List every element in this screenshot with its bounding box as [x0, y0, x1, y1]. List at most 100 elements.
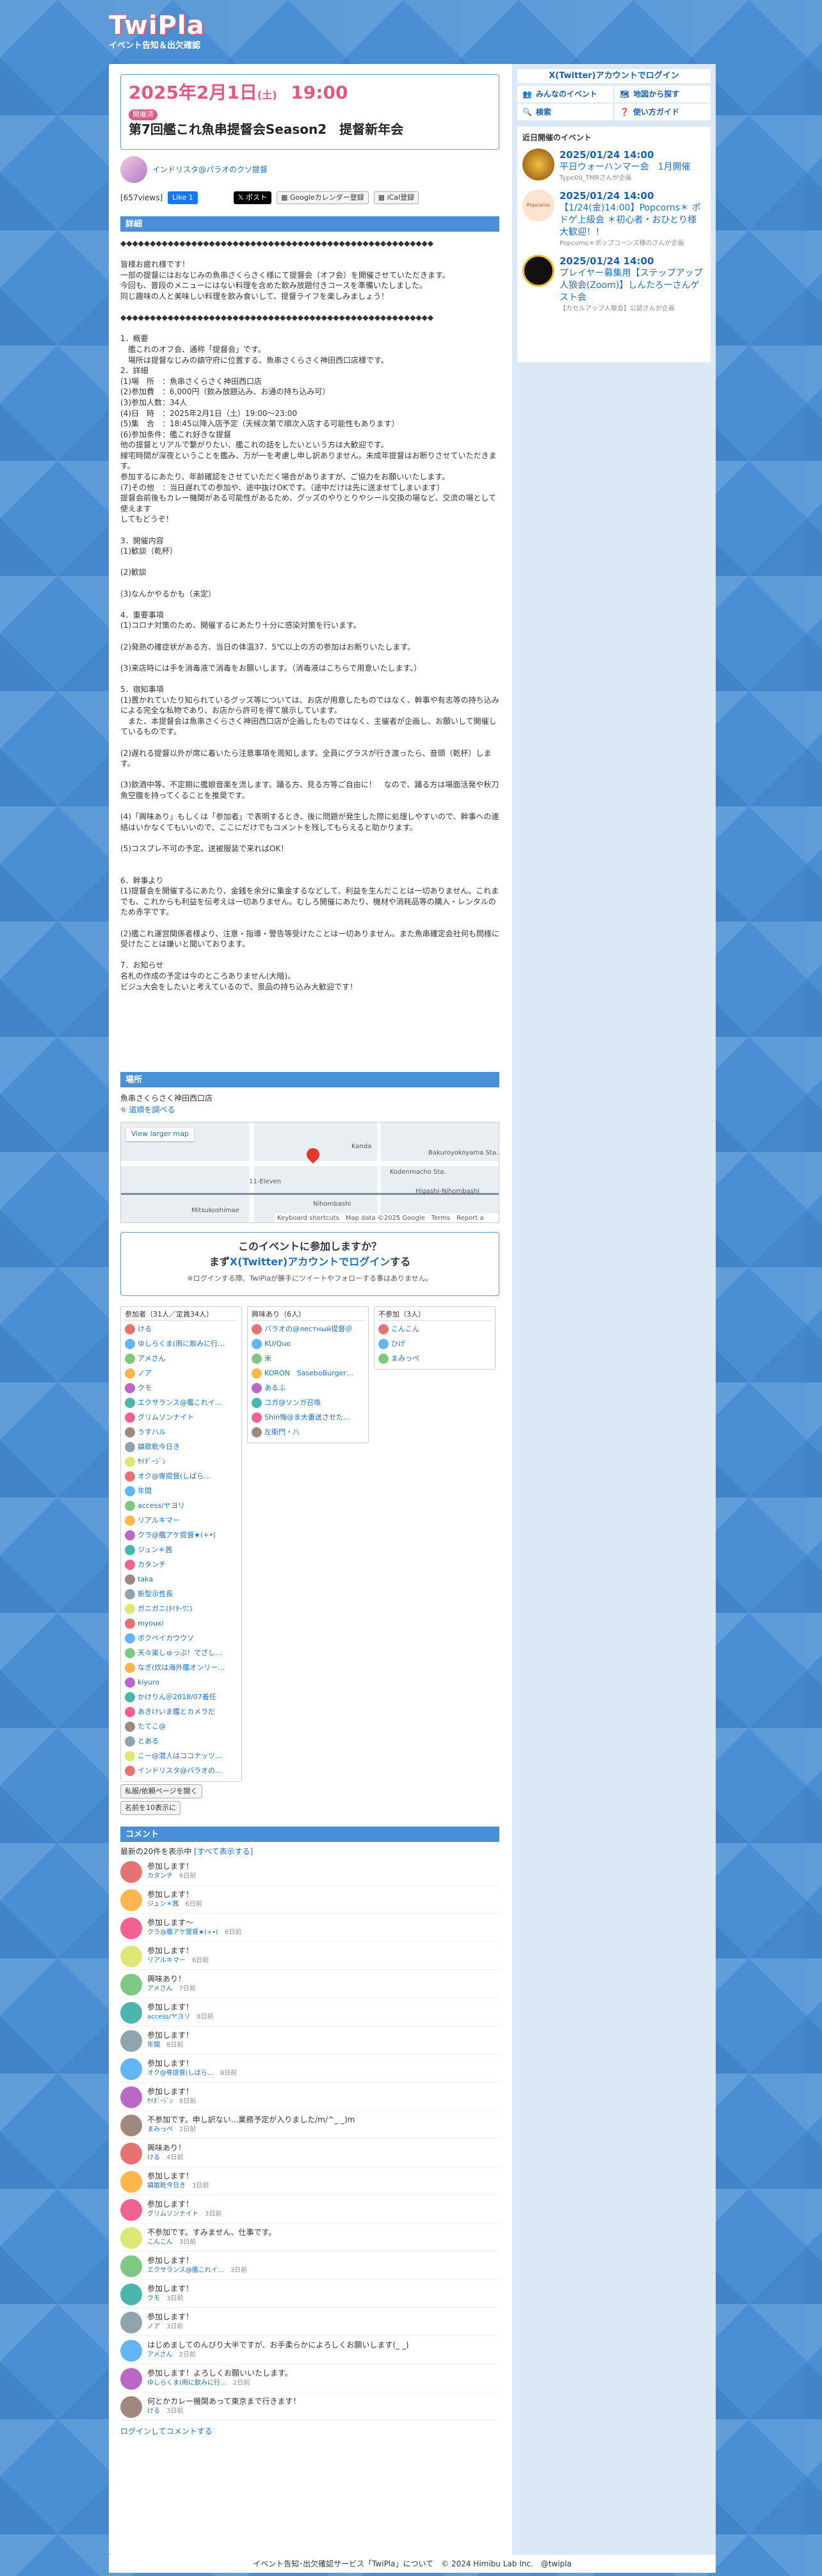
participant-row[interactable]: 米: [252, 1352, 364, 1366]
participant-row[interactable]: リアルキマー: [125, 1514, 238, 1528]
participant-row[interactable]: Shin悔@ま大番送させた…: [252, 1411, 364, 1425]
commenter-avatar[interactable]: [120, 1945, 142, 1967]
commenter-avatar[interactable]: [120, 2001, 142, 2024]
participant-row[interactable]: エクサランス@艦これイ…: [125, 1396, 238, 1411]
participant-row[interactable]: グリムソンナイト: [125, 1411, 238, 1425]
participant-row[interactable]: うすハル: [125, 1425, 238, 1440]
commenter-name[interactable]: ｻｲﾀﾞｰｼﾞﾝ: [147, 2098, 173, 2105]
commenter-name[interactable]: エクサランス@艦これイ…: [147, 2267, 224, 2274]
site-logo[interactable]: TwiPla: [109, 10, 237, 41]
commenter-name[interactable]: アメさん: [147, 1985, 173, 1992]
commenter-avatar[interactable]: [120, 2086, 142, 2108]
participant-row[interactable]: クモ: [125, 1381, 238, 1396]
participant-row[interactable]: ジュン＊茜: [125, 1543, 238, 1558]
participant-row[interactable]: ノア: [125, 1366, 238, 1381]
participant-row[interactable]: とある: [125, 1734, 238, 1749]
commenter-avatar[interactable]: [120, 2198, 142, 2221]
commenter-name[interactable]: ゆしらくま(雨に飲みに行…: [147, 2380, 227, 2387]
nav-everyone-events[interactable]: 👥 みんなのイベント: [517, 86, 613, 102]
commenter-avatar[interactable]: [120, 1973, 142, 1996]
commenter-avatar[interactable]: [120, 2283, 142, 2305]
participant-row[interactable]: カタンチ: [125, 1558, 238, 1572]
nav-guide[interactable]: ❓ 使い方ガイド: [615, 104, 711, 120]
participant-row[interactable]: インドリスタ@パラオの…: [125, 1764, 238, 1779]
commenter-name[interactable]: アメさん: [147, 2351, 173, 2358]
google-map[interactable]: Kanda Kodenmacho Sta. Nihombashi Higashi…: [120, 1122, 499, 1223]
commenter-name[interactable]: ける: [147, 2408, 160, 2415]
event-title-link[interactable]: 平日ウォーハンマー会 1月開催: [560, 161, 691, 173]
participant-row[interactable]: ボクベイカウウソ: [125, 1631, 238, 1646]
participant-row[interactable]: ける: [125, 1322, 238, 1337]
participant-row[interactable]: kiyuro: [125, 1676, 238, 1690]
sidebar-login-link[interactable]: X(Twitter)アカウントでログイン: [517, 69, 711, 83]
participant-row[interactable]: まみっぺ: [378, 1352, 491, 1366]
open-list-button[interactable]: 私服/依頼ページを開く: [120, 1784, 202, 1798]
participant-row[interactable]: かけりん＠2018/07着任: [125, 1690, 238, 1705]
participant-row[interactable]: 新型示性長: [125, 1587, 238, 1602]
nav-search[interactable]: 🔍 検索: [517, 104, 613, 120]
x-post-button[interactable]: 𝕏 ポスト: [233, 191, 271, 204]
event-title-link[interactable]: プレイヤー募集用【ステップアップ人狼会(Zoom)】しんたろーさんゲスト会: [560, 268, 705, 304]
facebook-like-button[interactable]: Like 1: [168, 191, 198, 204]
commenter-avatar[interactable]: [120, 2142, 142, 2164]
commenter-avatar[interactable]: [120, 1917, 142, 1939]
participant-row[interactable]: あきけいま艦とカメラだ: [125, 1705, 238, 1720]
commenter-name[interactable]: リアルキマー: [147, 1957, 186, 1964]
commenter-name[interactable]: クラ@艦アケ提督★(+•(: [147, 1929, 218, 1936]
nav-map-search[interactable]: 🗺 地図から探す: [615, 86, 711, 102]
commenter-avatar[interactable]: [120, 2029, 142, 2052]
participant-row[interactable]: ひげ: [378, 1337, 491, 1352]
login-to-comment-link[interactable]: ログインしてコメントする: [120, 2427, 213, 2436]
ical-button[interactable]: ▦ iCal登録: [373, 191, 419, 204]
commenter-avatar[interactable]: [120, 1889, 142, 1911]
organizer-avatar[interactable]: [120, 156, 147, 183]
map-view-larger-link[interactable]: View larger map: [126, 1128, 194, 1141]
commenter-avatar[interactable]: [120, 2396, 142, 2418]
participant-row[interactable]: ガニガニ(ﾀｲﾀｰﾜﾆ): [125, 1602, 238, 1617]
commenter-name[interactable]: クモ: [147, 2295, 160, 2302]
commenter-name[interactable]: 鎮歌乾今日き: [147, 2182, 186, 2189]
commenter-name[interactable]: access/ヤヨリ: [147, 2013, 190, 2020]
participant-row[interactable]: 鎮歌乾今日き: [125, 1440, 238, 1455]
name-display-button[interactable]: 名前を10表示に: [120, 1800, 181, 1815]
organizer-link[interactable]: インドリスタ@パラオのクソ提督: [152, 164, 268, 175]
participant-row[interactable]: ｻｲﾀﾞｰｼﾞﾝ: [125, 1455, 238, 1469]
commenter-avatar[interactable]: [120, 2227, 142, 2249]
commenter-avatar[interactable]: [120, 2058, 142, 2080]
participant-row[interactable]: KORON SaseboBurger…: [252, 1366, 364, 1381]
participant-row[interactable]: 年間: [125, 1484, 238, 1499]
show-all-comments-link[interactable]: [すべて表示する]: [194, 1847, 253, 1856]
participant-row[interactable]: こー@潜人はココナッツ…: [125, 1749, 238, 1764]
recent-event-item[interactable]: 2025/01/24 14:00 平日ウォーハンマー会 1月開催 Type00_TM…: [522, 148, 705, 183]
commenter-name[interactable]: ノア: [147, 2323, 160, 2330]
participant-row[interactable]: myouxi: [125, 1617, 238, 1631]
participant-row[interactable]: オク@専提督(しばら…: [125, 1469, 238, 1484]
commenter-name[interactable]: グリムソンナイト: [147, 2211, 198, 2218]
participant-row[interactable]: なぎ(炊は海外艦オンリー…: [125, 1661, 238, 1676]
participant-row[interactable]: ゆしらくま(雨に飲みに行…: [125, 1337, 238, 1352]
commenter-avatar[interactable]: [120, 2170, 142, 2193]
participant-row[interactable]: あるふ: [252, 1381, 364, 1396]
route-link[interactable]: 道順を調べる: [129, 1105, 175, 1114]
commenter-name[interactable]: ジュン＊茜: [147, 1901, 179, 1908]
participant-row[interactable]: コガ@ソンガ召喚: [252, 1396, 364, 1411]
participant-row[interactable]: taka: [125, 1572, 238, 1587]
commenter-avatar[interactable]: [120, 2255, 142, 2277]
commenter-name[interactable]: こんこん: [147, 2239, 173, 2246]
participant-row[interactable]: アメさん: [125, 1352, 238, 1366]
commenter-avatar[interactable]: [120, 1860, 142, 1883]
participant-row[interactable]: KU/Quo: [252, 1337, 364, 1352]
participant-row[interactable]: こんこん: [378, 1322, 491, 1337]
commenter-name[interactable]: 年間: [147, 2042, 160, 2049]
event-title-link[interactable]: 【1/24(金)14:00】Popcorns＊ ポドゲ上級会 ＊初心者・おひとり…: [560, 202, 705, 239]
commenter-avatar[interactable]: [120, 2339, 142, 2362]
participant-row[interactable]: パラオの@лестный提督＠: [252, 1322, 364, 1337]
commenter-avatar[interactable]: [120, 2367, 142, 2390]
commenter-name[interactable]: カタンチ: [147, 1873, 173, 1880]
commenter-avatar[interactable]: [120, 2114, 142, 2136]
participant-row[interactable]: access/ヤヨリ: [125, 1499, 238, 1514]
commenter-name[interactable]: オク@専提督(しばら…: [147, 2070, 214, 2077]
google-calendar-button[interactable]: ▦ Googleカレンダー登録: [276, 191, 369, 204]
commenter-name[interactable]: まみっぺ: [147, 2126, 173, 2133]
commenter-name[interactable]: ける: [147, 2154, 160, 2161]
